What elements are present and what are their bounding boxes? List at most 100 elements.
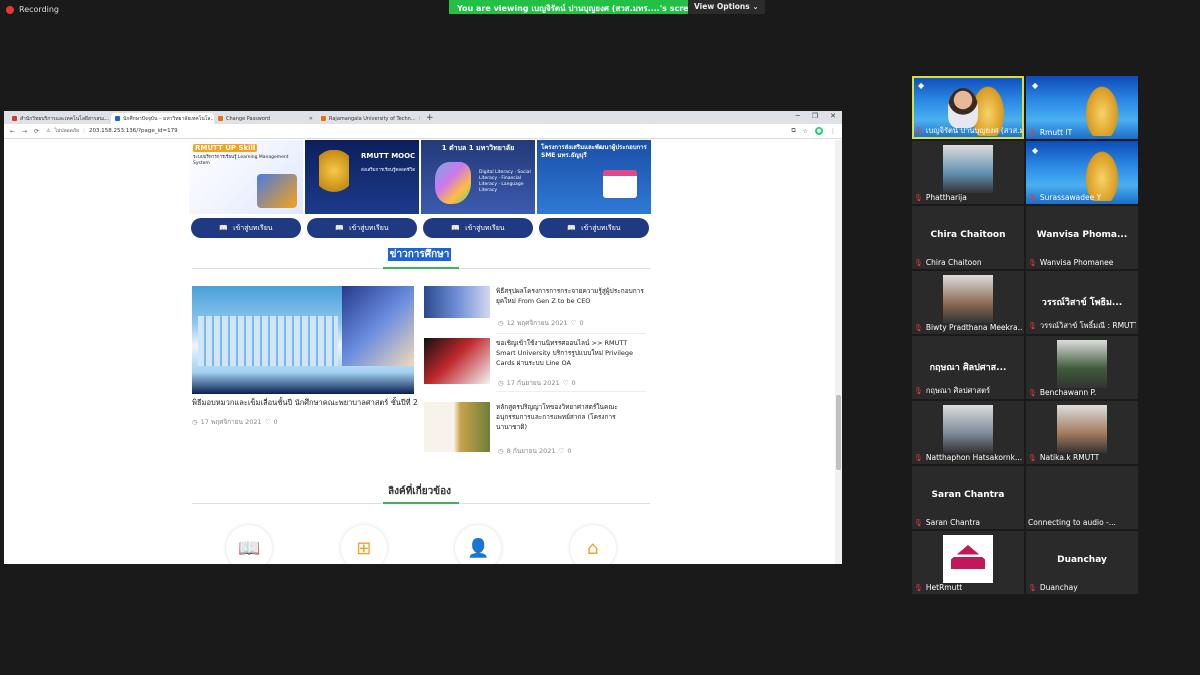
participant-tile[interactable]: 🎙 Benchawann P.: [1026, 336, 1138, 399]
course-card-upskill[interactable]: RMUTT UP Skill ระบบบริหารการเรียนรู้ Lea…: [189, 140, 303, 214]
heart-icon[interactable]: ♡: [571, 319, 577, 327]
participant-name-label: 🎙 วรรณ์วิสาข์ โพธิ์มณี : RMUTT: [1028, 321, 1136, 330]
clock-icon: ◷: [192, 418, 198, 426]
book-link-icon[interactable]: 📖: [226, 525, 273, 564]
muted-mic-icon: 🎙: [914, 323, 923, 332]
windows-link-icon[interactable]: ⊞: [340, 525, 387, 564]
course-card-mooc[interactable]: RMUTT MOOC ส่งเสริมการเรียนรู้ตลอดชีวิต: [305, 140, 419, 214]
like-count: 0: [273, 418, 278, 426]
book-icon: 📖: [451, 224, 461, 232]
rmutt-logo-icon: ◆: [1032, 81, 1039, 90]
participant-tile[interactable]: ◆ 🎙 Surassawadee Y: [1026, 141, 1138, 204]
recording-indicator[interactable]: Recording: [6, 5, 59, 14]
enter-course-button[interactable]: 📖 เข้าสู่บทเรียน: [307, 218, 417, 238]
heart-icon[interactable]: ♡: [559, 447, 565, 455]
muted-mic-icon: 🎙: [1028, 258, 1037, 267]
user-link-icon[interactable]: 👤: [455, 525, 502, 564]
share-icon[interactable]: ⧉: [791, 127, 795, 135]
back-icon[interactable]: ←: [10, 128, 15, 135]
news-thumbnail[interactable]: [424, 402, 490, 452]
enter-course-button[interactable]: 📖 เข้าสู่บทเรียน: [191, 218, 301, 238]
muted-mic-icon: 🎙: [1028, 193, 1037, 202]
muted-mic-icon: 🎙: [914, 127, 923, 135]
participant-tile[interactable]: ◆ 🎙เบญจิรัตน์ ปานบุญยงศ (สวส.มทร....: [912, 76, 1024, 139]
muted-mic-icon: 🎙: [1028, 322, 1037, 330]
participant-display-name: Chira Chaitoon: [930, 230, 1006, 240]
browser-tab[interactable]: สำนักวิทยบริการและเทคโนโลยีสารสนเ...✕: [8, 113, 111, 124]
news-title[interactable]: หลักสูตรปริญญาโทของวิทยาศาสตร์ในคณะอนุกร…: [496, 402, 646, 432]
participant-tile[interactable]: Duanchay 🎙 Duanchay: [1026, 531, 1138, 594]
participant-tile[interactable]: 🎙 Natthaphon Hatsakornk...: [912, 401, 1024, 464]
enter-course-button[interactable]: 📖 เข้าสู่บทเรียน: [423, 218, 533, 238]
profile-avatar-icon[interactable]: ●: [815, 127, 823, 135]
browser-tab[interactable]: นักศึกษาปัจจุบัน – มหาวิทยาลัยเทคโนโล...…: [111, 113, 214, 124]
reload-icon[interactable]: ⟳: [34, 128, 39, 135]
maximize-button[interactable]: ❐: [812, 112, 818, 120]
page-scrollbar[interactable]: [835, 140, 842, 564]
tab-label: Change Password: [226, 115, 271, 122]
temple-background-icon: [1082, 80, 1122, 136]
participant-tile[interactable]: 🎙 Biwty Pradthana Meekra...: [912, 271, 1024, 334]
like-count: 0: [571, 379, 576, 387]
participant-name-label: 🎙 Biwty Pradthana Meekra...: [914, 323, 1022, 332]
people-illustration-icon: [257, 174, 297, 208]
participant-display-name: Wanvisa Phoma...: [1036, 230, 1128, 240]
card-title: โครงการส่งเสริมและพัฒนาผู้ประกอบการ SME …: [541, 144, 647, 159]
course-card-one-tambon[interactable]: 1 ตำบล 1 มหาวิทยาลัย Digital Literacy · …: [421, 140, 535, 214]
main-news-meta: ◷ 17 พฤศจิกายน 2021 ♡ 0: [192, 417, 422, 427]
participant-name-label: 🎙 Chira Chaitoon: [914, 258, 982, 267]
participant-tile[interactable]: 🎙 HetRmutt: [912, 531, 1024, 594]
tab-label: นักศึกษาปัจจุบัน – มหาวิทยาลัยเทคโนโล...: [123, 115, 214, 122]
course-card-sme[interactable]: โครงการส่งเสริมและพัฒนาผู้ประกอบการ SME …: [537, 140, 651, 214]
news-divider: [496, 391, 646, 392]
participant-tile[interactable]: Chira Chaitoon 🎙 Chira Chaitoon: [912, 206, 1024, 269]
url-text: 203.158.253.136/?page_id=179: [88, 128, 178, 134]
favicon-icon: [218, 116, 223, 121]
news-date: 12 พฤศจิกายน 2021: [506, 319, 568, 327]
heart-icon[interactable]: ♡: [265, 418, 271, 426]
participant-tile[interactable]: 🎙 Natika.k RMUTT: [1026, 401, 1138, 464]
news-divider: [496, 333, 646, 334]
news-title[interactable]: ขอเชิญเข้าใช้งานนิทรรศออนไลน์ >> RMUTT S…: [496, 338, 646, 368]
new-tab-button[interactable]: +: [420, 113, 440, 124]
main-news-image[interactable]: [192, 286, 414, 394]
participant-tile[interactable]: วรรณ์วิสาข์ โพธิม... 🎙 วรรณ์วิสาข์ โพธิ์มณ…: [1026, 271, 1138, 334]
home-link-icon[interactable]: ⌂: [569, 525, 616, 564]
participant-tile[interactable]: Wanvisa Phoma... 🎙 Wanvisa Phomanee: [1026, 206, 1138, 269]
tab-bar: สำนักวิทยบริการและเทคโนโลยีสารสนเ...✕นัก…: [4, 111, 842, 124]
enter-course-button[interactable]: 📖 เข้าสู่บทเรียน: [539, 218, 649, 238]
like-count: 0: [567, 447, 572, 455]
graduates-photo: [198, 316, 338, 366]
menu-icon[interactable]: ⋮: [830, 128, 836, 135]
participant-name-label: 🎙 Natthaphon Hatsakornk...: [914, 453, 1022, 462]
participant-tile[interactable]: ◆ 🎙 Rmutt IT: [1026, 76, 1138, 139]
rmutt-emblem-icon: [319, 150, 349, 202]
view-options-button[interactable]: View Options ⌄: [688, 0, 765, 14]
news-date: 17 กันยายน 2021: [506, 379, 560, 387]
news-thumbnail[interactable]: [424, 338, 490, 384]
url-field[interactable]: ⚠ ไม่ปลอดภัย | 203.158.253.136/?page_id=…: [46, 126, 784, 136]
main-news-title[interactable]: พิธีมอบหมวกและเข็มเลื่อนชั้นปี นักศึกษาค…: [192, 397, 422, 409]
scrollbar-thumb[interactable]: [836, 395, 841, 470]
profile-photo: [943, 145, 993, 193]
card-title: RMUTT MOOC: [361, 152, 416, 160]
close-tab-icon[interactable]: ✕: [309, 116, 313, 122]
forward-icon[interactable]: →: [22, 128, 27, 135]
heart-icon[interactable]: ♡: [563, 379, 569, 387]
participant-tile[interactable]: กฤษณา ศิลปศาส... 🎙 กฤษณา ศิลปศาสตร์: [912, 336, 1024, 399]
browser-window: สำนักวิทยบริการและเทคโนโลยีสารสนเ...✕นัก…: [4, 111, 842, 564]
participant-tile[interactable]: 🎙 Phattharija: [912, 141, 1024, 204]
bookmark-star-icon[interactable]: ☆: [803, 128, 808, 135]
browser-tab[interactable]: Change Password ✕: [214, 113, 317, 124]
participant-tile[interactable]: Saran Chantra 🎙 Saran Chantra: [912, 466, 1024, 529]
close-window-button[interactable]: ✕: [830, 112, 836, 120]
minimize-button[interactable]: ─: [796, 112, 800, 120]
favicon-icon: [321, 116, 326, 121]
participant-name-label: 🎙 Saran Chantra: [914, 518, 981, 527]
record-icon: [6, 5, 14, 14]
news-title[interactable]: พิธีสรุปผลโครงการการกระจายความรู้สู่ผู้ป…: [496, 286, 646, 306]
news-thumbnail[interactable]: [424, 286, 490, 318]
participant-tile[interactable]: Connecting to audio -...: [1026, 466, 1138, 529]
course-cards: RMUTT UP Skill ระบบบริหารการเรียนรู้ Lea…: [189, 140, 651, 215]
browser-tab[interactable]: Rajamangala University of Techn...✕: [317, 113, 420, 124]
